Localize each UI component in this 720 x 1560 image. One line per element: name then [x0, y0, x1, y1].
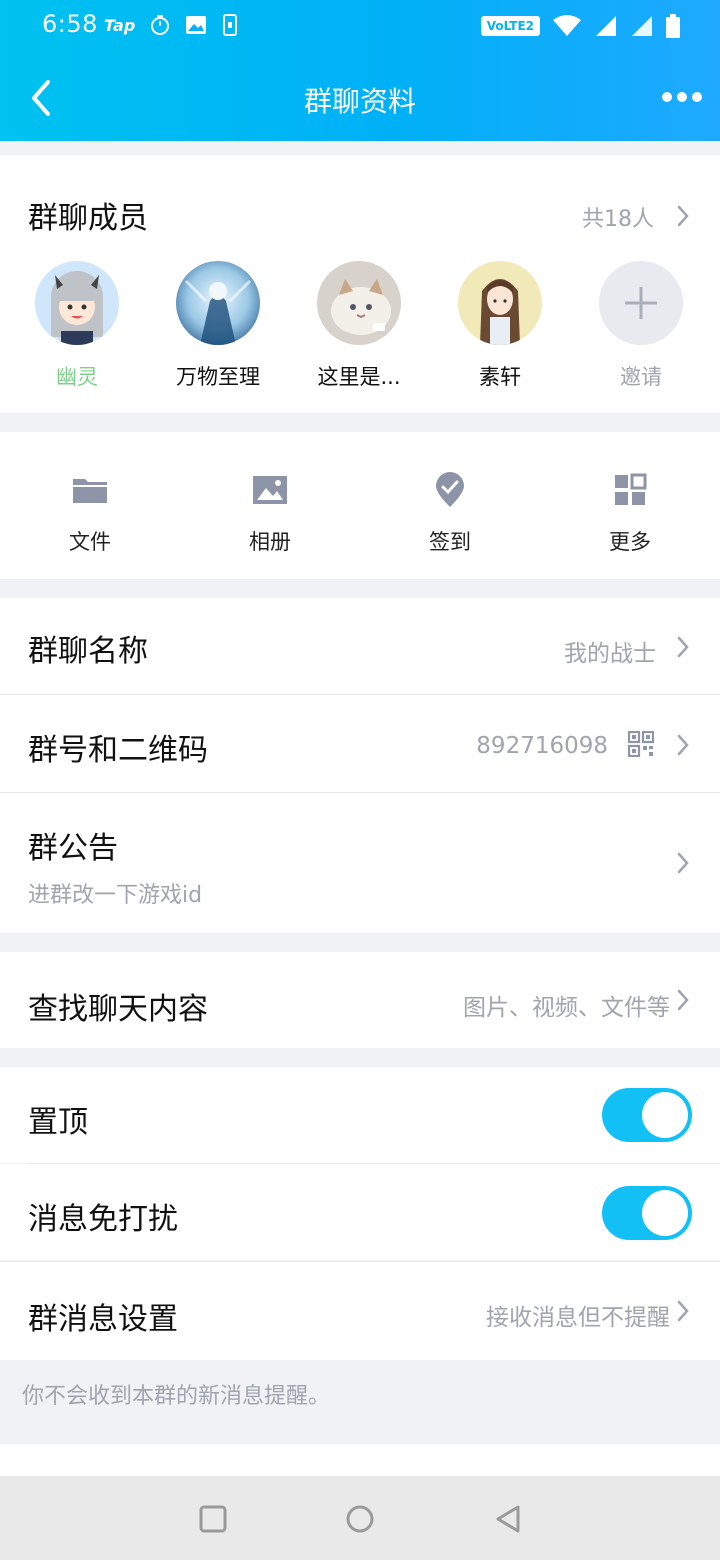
tap-notification-label: Tap — [104, 15, 136, 35]
member-item[interactable]: 幽灵 — [12, 261, 142, 391]
members-count[interactable]: 共18人 — [582, 201, 654, 233]
phone-notification-icon — [223, 14, 238, 36]
group-number-label: 群号和二维码 — [28, 733, 208, 768]
avatar — [176, 261, 260, 345]
member-item[interactable]: 万物至理 — [153, 261, 283, 391]
bottom-card-edge — [0, 1444, 720, 1476]
mute-label: 消息免打扰 — [28, 1202, 178, 1237]
files-button[interactable]: 文件 — [30, 470, 150, 556]
header: 6:58 Tap VoLTE2 群聊资料 — [0, 0, 720, 141]
group-name-value: 我的战士 — [564, 641, 656, 667]
chevron-right-icon — [677, 636, 689, 658]
notification-hint: 你不会收到本群的新消息提醒。 — [22, 1384, 331, 1409]
announcement-row[interactable]: 群公告 进群改一下游戏id — [0, 793, 720, 933]
member-item[interactable]: 素轩 — [435, 261, 565, 391]
signal-icon-2 — [632, 16, 652, 36]
members-heading: 群聊成员 — [28, 201, 148, 236]
group-name-row[interactable]: 群聊名称 我的战士 — [0, 598, 720, 694]
announcement-label: 群公告 — [28, 831, 118, 866]
invite-label: 邀请 — [620, 365, 662, 389]
avatar — [317, 261, 401, 345]
member-name: 万物至理 — [176, 365, 260, 389]
files-label: 文件 — [69, 530, 111, 554]
group-number-value: 892716098 — [476, 733, 608, 759]
announcement-text: 进群改一下游戏id — [28, 883, 203, 908]
pin-row: 置顶 — [0, 1067, 720, 1163]
image-icon — [253, 476, 287, 504]
volte-badge: VoLTE2 — [480, 16, 540, 36]
message-settings-value: 接收消息但不提醒 — [486, 1305, 670, 1331]
member-name: 素轩 — [479, 365, 521, 389]
member-name: 幽灵 — [56, 365, 98, 389]
search-history-hint: 图片、视频、文件等 — [463, 995, 670, 1021]
album-label: 相册 — [249, 530, 291, 554]
wifi-icon — [553, 15, 581, 36]
more-button[interactable]: 更多 — [570, 470, 690, 556]
more-label: 更多 — [609, 530, 651, 554]
chevron-right-icon — [677, 1300, 689, 1322]
timer-icon — [151, 15, 170, 35]
group-name-label: 群聊名称 — [28, 634, 148, 669]
check-in-button[interactable]: 签到 — [390, 470, 510, 556]
chevron-right-icon — [677, 989, 689, 1011]
status-right-icons: VoLTE2 — [480, 14, 680, 38]
check-in-label: 签到 — [429, 530, 471, 554]
invite-button[interactable]: 邀请 — [576, 261, 706, 391]
quick-actions-card: 文件 相册 签到 更多 — [0, 432, 720, 579]
avatar — [458, 261, 542, 345]
status-time: 6:58 — [42, 10, 98, 38]
members-card: 群聊成员 共18人 幽灵 万物至理 这里是... 素轩 邀请 — [0, 155, 720, 413]
signal-icon-1 — [596, 16, 616, 36]
search-history-row[interactable]: 查找聊天内容 图片、视频、文件等 — [0, 952, 720, 1048]
pin-toggle[interactable] — [602, 1088, 692, 1142]
search-history-label: 查找聊天内容 — [28, 992, 208, 1027]
page-title: 群聊资料 — [303, 85, 416, 118]
back-icon[interactable] — [492, 1503, 524, 1535]
folder-icon — [73, 479, 107, 503]
status-left-icons: Tap — [104, 14, 239, 36]
message-settings-row[interactable]: 群消息设置 接收消息但不提醒 — [0, 1262, 720, 1360]
chevron-right-icon — [677, 852, 689, 874]
chevron-right-icon — [677, 734, 689, 756]
chevron-right-icon[interactable] — [676, 204, 690, 228]
location-check-icon — [436, 472, 464, 507]
group-number-row[interactable]: 群号和二维码 892716098 — [0, 695, 720, 792]
battery-icon — [666, 14, 680, 38]
member-item[interactable]: 这里是... — [294, 261, 424, 391]
app-bar: 群聊资料 — [0, 56, 720, 141]
gallery-notification-icon — [186, 16, 207, 34]
status-bar: 6:58 Tap VoLTE2 — [0, 0, 720, 56]
grid-icon — [615, 473, 647, 505]
message-settings-label: 群消息设置 — [28, 1302, 178, 1337]
more-options-icon[interactable] — [658, 86, 706, 108]
add-icon — [599, 261, 683, 345]
member-name: 这里是... — [317, 365, 401, 389]
home-icon[interactable] — [344, 1503, 376, 1535]
mute-row: 消息免打扰 — [0, 1164, 720, 1260]
recent-apps-icon[interactable] — [198, 1504, 228, 1534]
album-button[interactable]: 相册 — [210, 470, 330, 556]
avatar — [35, 261, 119, 345]
qr-code-icon — [628, 731, 654, 757]
system-nav-bar — [0, 1476, 720, 1560]
mute-toggle[interactable] — [602, 1186, 692, 1240]
pin-label: 置顶 — [28, 1105, 88, 1140]
